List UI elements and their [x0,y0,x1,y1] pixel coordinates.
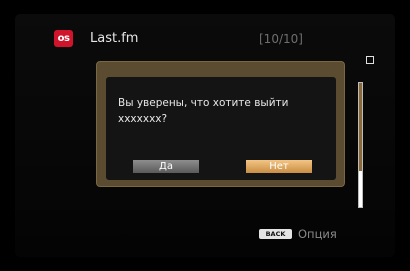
no-button[interactable]: Нет [246,160,312,173]
lastfm-logo-icon: os [54,30,73,47]
square-icon [366,56,374,64]
scrollbar[interactable] [358,82,363,208]
option-label: Опция [298,227,337,241]
page-counter: [10/10] [259,32,303,46]
screen-frame: os Last.fm [10/10] Вы уверены, что хотит… [0,0,410,271]
dialog-message: Вы уверены, что хотите выйти xxxxxxx? [118,97,289,125]
source-title: Last.fm [90,31,139,46]
yes-button[interactable]: Да [133,160,199,173]
scrollbar-thumb[interactable] [359,83,362,171]
back-key-icon: BACK [259,229,292,239]
